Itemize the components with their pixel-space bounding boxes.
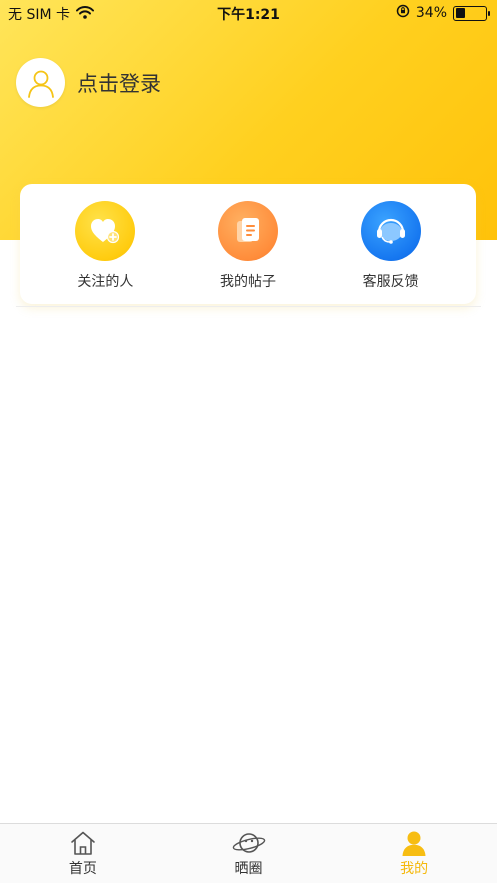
customer-service-button[interactable]: 客服反馈 bbox=[331, 184, 451, 304]
tab-mine-label: 我的 bbox=[400, 861, 429, 877]
mine-screen: 无 SIM 卡 下午1:21 34% 点击登录 关注的人 我的帖子 客服反馈 首… bbox=[0, 0, 497, 883]
quick-actions-card: 关注的人 我的帖子 客服反馈 bbox=[20, 184, 476, 304]
tab-mine[interactable]: 我的 bbox=[331, 824, 497, 883]
battery-icon bbox=[453, 5, 490, 21]
user-avatar-icon bbox=[27, 70, 54, 98]
planet-icon bbox=[232, 833, 265, 853]
battery-percent: 34% bbox=[415, 5, 447, 21]
followed-people-label: 关注的人 bbox=[77, 274, 134, 290]
followed-people-button[interactable]: 关注的人 bbox=[45, 184, 165, 304]
tab-home[interactable]: 首页 bbox=[0, 824, 166, 883]
heart-plus-icon bbox=[75, 201, 136, 261]
home-icon bbox=[71, 831, 95, 855]
tab-circle[interactable]: 晒圈 bbox=[166, 824, 332, 883]
section-divider bbox=[16, 306, 481, 307]
battery-level bbox=[455, 8, 466, 18]
avatar bbox=[16, 58, 65, 107]
document-icon bbox=[217, 201, 278, 261]
tab-home-label: 首页 bbox=[68, 861, 97, 877]
my-posts-label: 我的帖子 bbox=[219, 274, 276, 290]
status-bar-right: 34% bbox=[396, 4, 490, 22]
login-button[interactable]: 点击登录 bbox=[16, 58, 161, 107]
login-label: 点击登录 bbox=[77, 71, 161, 96]
tab-circle-label: 晒圈 bbox=[234, 861, 263, 877]
person-icon bbox=[402, 831, 426, 856]
headset-icon bbox=[360, 201, 421, 261]
rotation-lock-icon bbox=[396, 4, 410, 22]
my-posts-button[interactable]: 我的帖子 bbox=[188, 184, 308, 304]
tab-bar: 首页 晒圈 我的 bbox=[0, 823, 497, 883]
status-bar: 无 SIM 卡 下午1:21 34% bbox=[0, 0, 497, 26]
customer-service-label: 客服反馈 bbox=[362, 274, 419, 290]
